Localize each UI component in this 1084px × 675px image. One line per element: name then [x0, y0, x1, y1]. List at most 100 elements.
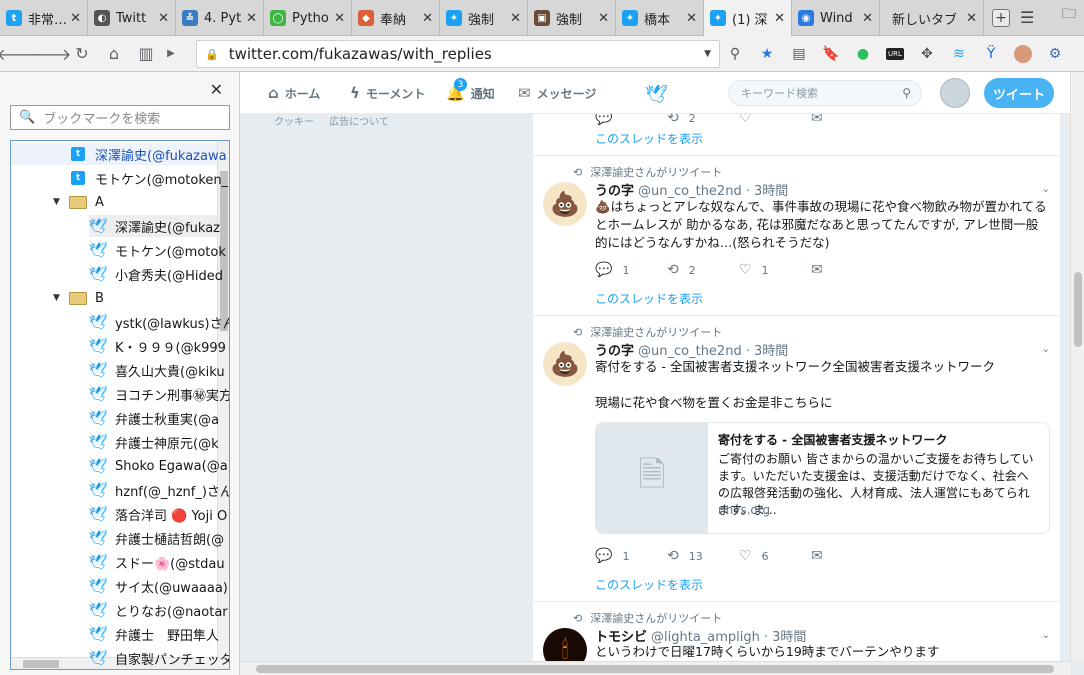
show-thread-link[interactable]: このスレッドを表示 — [595, 290, 703, 307]
scrollbar-thumb[interactable] — [1074, 272, 1082, 347]
close-icon[interactable]: ✕ — [70, 11, 81, 26]
bookmark-folder[interactable]: ▼ B — [53, 287, 104, 309]
bookmark-item[interactable]: 🕊 弁護士秋重実(@a — [88, 407, 219, 429]
chevron-right-icon[interactable]: ▶ — [164, 40, 178, 68]
nav-home[interactable]: ⌂ ホーム — [268, 72, 320, 114]
nav-notifications[interactable]: 🔔 通知 — [446, 72, 495, 114]
settings-gear-icon[interactable]: ⚙ — [1042, 40, 1068, 68]
bookmark-item[interactable]: 🕊 スドー🌸(@stdau — [88, 551, 224, 573]
retweet-button[interactable]: ⟲ 2 — [667, 262, 739, 278]
tweet[interactable]: ⟲ 深澤諭史さんがリツイート 💩 うの字 @un_co_the2nd · 3時間 ⌄ … — [533, 316, 1060, 602]
bookmark-item[interactable]: 🕊 ヨコチン刑事㊙実方 — [88, 383, 229, 405]
window-controls-icon[interactable]: 🗀 — [1062, 3, 1076, 27]
tab-5[interactable]: ✦ 強制 ✕ — [440, 0, 528, 36]
nav-messages[interactable]: ✉ メッセージ — [518, 72, 596, 114]
bookmark-folder[interactable]: ▼ A — [53, 191, 104, 213]
vivaldi-icon[interactable]: Ÿ — [978, 40, 1004, 68]
extension-icon[interactable]: ≋ — [946, 40, 972, 68]
reader-icon[interactable]: ▤ — [786, 40, 812, 68]
like-button[interactable]: ♡ 1 — [739, 262, 811, 278]
home-icon[interactable]: ⌂ — [100, 40, 128, 68]
url-dropdown-icon[interactable]: ▼ — [704, 49, 711, 59]
retweet-button[interactable]: ⟲ 2 — [667, 114, 739, 126]
avatar[interactable]: 🕯 — [543, 628, 587, 661]
twitter-search-input[interactable]: キーワード検索 ⚲ — [728, 80, 922, 106]
bookmark-item[interactable]: 🕊 弁護士神原元(@k — [88, 431, 218, 453]
tab-8[interactable]: ✦ (1) 深 ✕ — [704, 0, 792, 36]
tab-9[interactable]: ◉ Wind ✕ — [792, 0, 880, 36]
close-icon[interactable]: ✕ — [774, 11, 785, 26]
move-icon[interactable]: ✥ — [914, 40, 940, 68]
bookmark-star-icon[interactable]: ★ — [754, 40, 780, 68]
reply-button[interactable]: 💬 — [595, 114, 667, 126]
page-horizontal-scrollbar[interactable] — [240, 661, 1070, 675]
user-name[interactable]: うの字 — [595, 184, 634, 199]
profile-avatar-icon[interactable] — [1010, 40, 1036, 68]
bookmark-icon[interactable]: 🔖 — [818, 40, 844, 68]
bookmark-item[interactable]: 🕊 hznf(@_hznf_)さん — [88, 479, 229, 501]
dm-button[interactable]: ✉ — [811, 548, 883, 564]
tweet-time[interactable]: · 3時間 — [746, 344, 789, 359]
reload-icon[interactable]: ↻ — [68, 40, 96, 68]
reply-button[interactable]: 💬 1 — [595, 262, 667, 278]
scrollbar-thumb[interactable] — [23, 660, 59, 668]
show-thread-link[interactable]: このスレッドを表示 — [595, 130, 703, 147]
bookmark-item[interactable]: 🕊 深澤諭史(@fukaz — [88, 215, 220, 237]
menu-icon[interactable]: ☰ — [1020, 8, 1034, 27]
tweet-time[interactable]: · 3時間 — [746, 184, 789, 199]
zoom-icon[interactable]: ⚲ — [722, 40, 748, 68]
bookmark-item[interactable]: 🕊 自家製パンチェッタ — [88, 647, 229, 669]
bookmark-item[interactable]: t 深澤諭史(@fukazawa — [11, 143, 227, 165]
bookmark-item[interactable]: 🕊 喜久山大貴(@kiku — [88, 359, 224, 381]
bookmark-item[interactable]: 🕊 モトケン(@motok — [88, 239, 225, 261]
close-icon[interactable]: ✕ — [966, 11, 977, 26]
footer-cookie-link[interactable]: クッキー — [274, 117, 314, 128]
nav-moments[interactable]: ϟ モーメント — [350, 72, 425, 114]
bookmark-item[interactable]: t モトケン(@motoken_ — [69, 167, 228, 189]
tab-3[interactable]: ◯ Pytho ✕ — [264, 0, 352, 36]
evernote-icon[interactable]: ● — [850, 40, 876, 68]
bookmark-item[interactable]: 🕊 弁護士 野田隼人 — [88, 623, 219, 645]
bookmark-search-input[interactable]: 🔍 ブックマークを検索 — [10, 105, 230, 130]
tab-4[interactable]: ◆ 奉納 ✕ — [352, 0, 440, 36]
footer-ads-link[interactable]: 広告について — [329, 117, 389, 128]
tab-2[interactable]: ≚ 4. Pyt ✕ — [176, 0, 264, 36]
close-icon[interactable]: ✕ — [862, 11, 873, 26]
avatar[interactable]: 💩 — [543, 182, 587, 226]
close-icon[interactable]: ✕ — [598, 11, 609, 26]
chevron-down-icon[interactable]: ⌄ — [1042, 184, 1050, 195]
close-icon[interactable]: ✕ — [334, 11, 345, 26]
chevron-down-icon[interactable]: ▼ — [53, 197, 63, 207]
reply-button[interactable]: 💬 1 — [595, 548, 667, 564]
tweet[interactable]: ⟲ 深澤諭史さんがリツイート 🕯 トモシビ @lighta_ampligh · 3時間… — [533, 602, 1060, 661]
close-icon[interactable]: ✕ — [210, 80, 223, 99]
tab-6[interactable]: ▣ 強制 ✕ — [528, 0, 616, 36]
bookmark-item[interactable]: 🕊 ystk(@lawkus)さん — [88, 311, 229, 333]
bookmark-item[interactable]: 🕊 小倉秀夫(@Hided — [88, 263, 222, 285]
link-card[interactable]: 🗎 寄付をする - 全国被害者支援ネットワーク ご寄付のお願い 皆さまからの温か… — [595, 422, 1050, 534]
dm-button[interactable]: ✉ — [811, 114, 883, 126]
chevron-down-icon[interactable]: ⌄ — [1042, 630, 1050, 641]
retweet-button[interactable]: ⟲ 13 — [667, 548, 739, 564]
bookmark-item[interactable]: 🕊 弁護士樋詰哲朗(@ — [88, 527, 224, 549]
tweet[interactable]: 💬 ⟲ 2 ♡ ✉ このスレッドを表示 — [533, 114, 1060, 156]
new-tab-button[interactable]: + — [992, 8, 1010, 27]
tab-10[interactable]: 新しいタブ ✕ — [880, 0, 984, 36]
tweet[interactable]: ⟲ 深澤諭史さんがリツイート 💩 うの字 @un_co_the2nd · 3時間 ⌄ … — [533, 156, 1060, 316]
close-icon[interactable]: ✕ — [246, 11, 257, 26]
sidebar-toggle-icon[interactable]: ▥ — [132, 40, 160, 68]
like-button[interactable]: ♡ — [739, 114, 811, 126]
close-icon[interactable]: ✕ — [686, 11, 697, 26]
forward-icon[interactable]: 🡒 — [29, 40, 72, 68]
chevron-down-icon[interactable]: ▼ — [53, 293, 63, 303]
bookmark-item[interactable]: 🕊 Shoko Egawa(@a — [88, 455, 227, 477]
tab-0[interactable]: t 非常… ✕ — [0, 0, 88, 36]
user-handle[interactable]: @un_co_the2nd — [638, 184, 742, 199]
url-bar[interactable]: 🔒 twitter.com/fukazawas/with_replies ▼ — [196, 40, 720, 68]
avatar[interactable]: 💩 — [543, 342, 587, 386]
search-icon[interactable]: ⚲ — [902, 86, 911, 100]
user-handle[interactable]: @un_co_the2nd — [638, 344, 742, 359]
chevron-down-icon[interactable]: ⌄ — [1042, 344, 1050, 355]
scrollbar-thumb[interactable] — [256, 665, 1054, 673]
url-icon[interactable]: URL — [882, 40, 908, 68]
